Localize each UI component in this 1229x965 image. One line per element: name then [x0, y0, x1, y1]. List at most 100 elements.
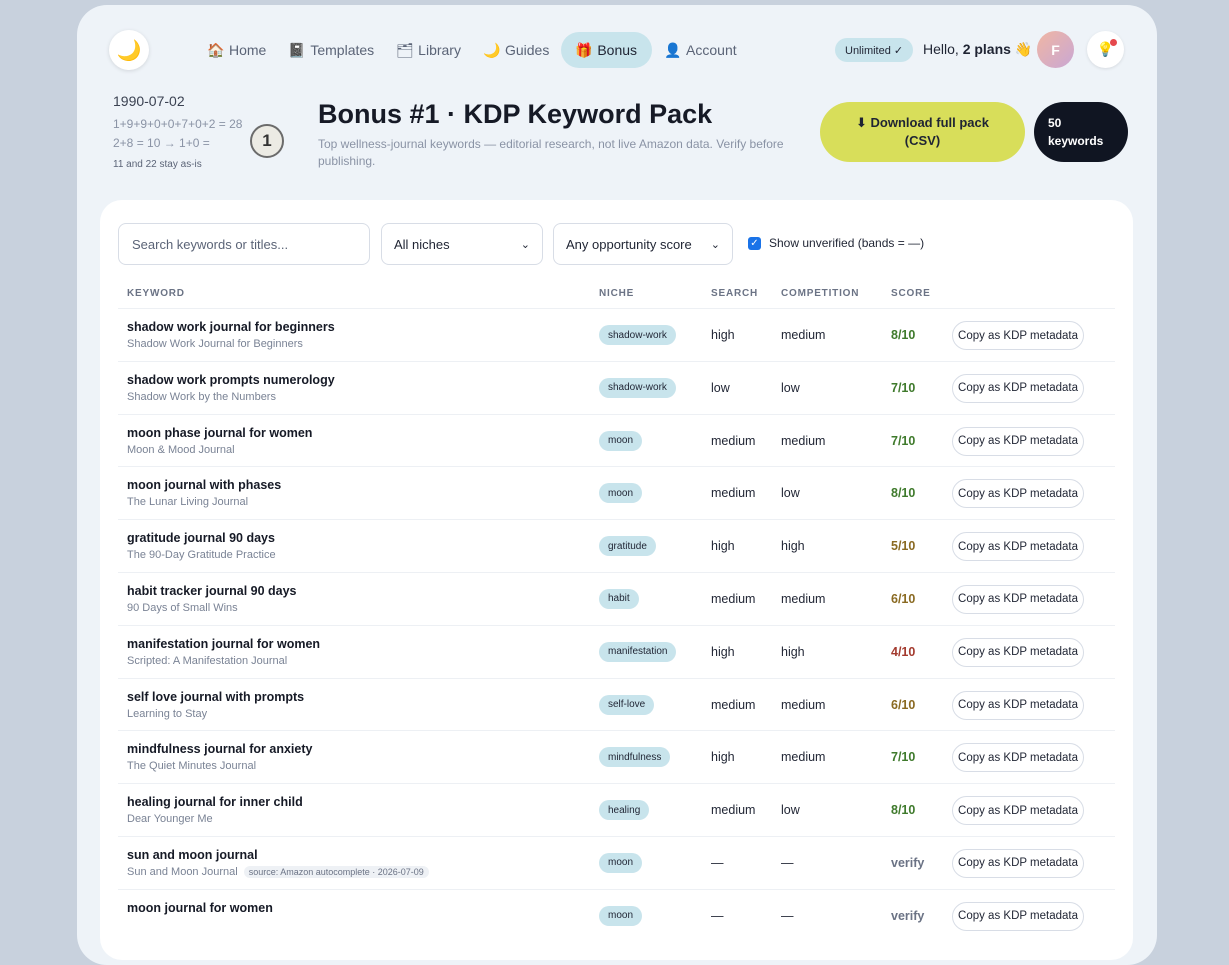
- nav-item-guides[interactable]: 🌙 Guides: [473, 32, 559, 68]
- nav-item-home[interactable]: 🏠 Home: [197, 32, 276, 68]
- table-row: moon journal for women moon — — verify Copy a…: [118, 888, 1115, 942]
- keyword: self love journal with prompts: [127, 689, 305, 704]
- score-select-value: Any opportunity score: [566, 236, 692, 252]
- table-row: mindfulness journal for anxiety The Quiet…: [118, 730, 1115, 783]
- moon-logo-icon[interactable]: 🌙: [109, 30, 149, 70]
- niche-tag: healing: [599, 800, 650, 821]
- book-title-text: The Lunar Living Journal: [127, 496, 249, 509]
- nav-item-bonus[interactable]: 🎁 Bonus: [561, 32, 653, 68]
- app-shell: 🌙 🏠 Home 📓 Templates 🗂 Library 🌙 Guides 🎁 Bonus 👤 A…: [77, 5, 1157, 965]
- header-niche: NICHE: [599, 288, 635, 299]
- search-volume: —: [711, 908, 724, 923]
- book-title: The 90-Day Gratitude Practice: [127, 549, 276, 561]
- main-nav: 🏠 Home 📓 Templates 🗂 Library 🌙 Guides 🎁 Bonus 👤 Acc…: [197, 32, 747, 68]
- keyword: mindfulness journal for anxiety: [127, 742, 313, 757]
- book-title-text: 90 Days of Small Wins: [127, 601, 238, 614]
- download-csv-button[interactable]: ⬇ Download full pack (CSV): [820, 102, 1025, 162]
- top-bar: 🌙 🏠 Home 📓 Templates 🗂 Library 🌙 Guides 🎁 Bonus 👤 A…: [77, 5, 1157, 95]
- calc-line-1: 1+9+9+0+0+7+0+2 = 28: [113, 117, 243, 131]
- table-row: moon phase journal for women Moon & Mood …: [118, 413, 1115, 467]
- nav-label: Bonus: [597, 42, 638, 58]
- account-icon: 👤: [664, 41, 682, 58]
- book-title: Sun and Moon Journal source: Amazon autoc…: [127, 865, 429, 878]
- opportunity-score: 4/10: [891, 644, 916, 659]
- copy-kdp-metadata-button[interactable]: Copy as KDP metadata: [952, 743, 1084, 773]
- checkbox-checked-icon[interactable]: ✓: [748, 236, 761, 250]
- copy-kdp-metadata-button[interactable]: Copy as KDP metadata: [952, 532, 1084, 562]
- search-volume: high: [711, 328, 735, 342]
- copy-kdp-metadata-button[interactable]: Copy as KDP metadata: [952, 321, 1084, 350]
- plan-badge: Unlimited ✓: [835, 38, 914, 62]
- competition: high: [781, 644, 805, 659]
- nav-label: Templates: [310, 42, 375, 58]
- page-title: Bonus #1 · KDP Keyword Pack: [318, 99, 713, 129]
- table-row: moon journal with phases The Lunar Living…: [118, 466, 1115, 519]
- book-title-text: Shadow Work by the Numbers: [127, 390, 276, 403]
- nav-label: Library: [418, 42, 461, 58]
- book-title-text: Moon & Mood Journal: [127, 443, 235, 456]
- niche-tag: moon: [599, 905, 643, 926]
- keyword-count-badge: 50 keywords: [1034, 102, 1128, 162]
- niche-select[interactable]: All niches ⌄: [381, 223, 543, 265]
- show-unverified-label: Show unverified (bands = —): [769, 236, 925, 250]
- book-title-text: Scripted: A Manifestation Journal: [127, 654, 288, 667]
- avatar[interactable]: F: [1037, 31, 1074, 68]
- keyword-count: 50: [1048, 116, 1062, 130]
- nav-label: Guides: [504, 42, 550, 58]
- wave-icon: 👋: [1014, 41, 1033, 57]
- copy-kdp-metadata-button[interactable]: Copy as KDP metadata: [952, 479, 1084, 509]
- competition: low: [781, 380, 800, 395]
- niche-tag: manifestation: [599, 641, 677, 662]
- tip-button[interactable]: 💡: [1087, 31, 1124, 68]
- nav-item-library[interactable]: 🗂 Library: [386, 32, 471, 68]
- guides-icon: 🌙: [482, 41, 501, 58]
- copy-kdp-metadata-button[interactable]: Copy as KDP metadata: [952, 796, 1084, 826]
- niche-tag: self-love: [599, 694, 655, 715]
- nav-item-templates[interactable]: 📓 Templates: [278, 32, 384, 68]
- book-title: Learning to Stay: [127, 708, 207, 720]
- opportunity-score: verify: [891, 855, 925, 870]
- download-label-line-2: (CSV): [904, 133, 941, 148]
- life-path-number: 1: [250, 124, 284, 158]
- keyword: moon journal for women: [127, 900, 273, 915]
- opportunity-score: 6/10: [891, 591, 916, 606]
- library-icon: 🗂: [396, 41, 414, 58]
- bonus-icon: 🎁: [575, 41, 593, 58]
- header-competition: COMPETITION: [781, 288, 860, 299]
- competition: low: [781, 486, 800, 501]
- copy-kdp-metadata-button[interactable]: Copy as KDP metadata: [952, 637, 1084, 667]
- score-select[interactable]: Any opportunity score ⌄: [553, 223, 733, 265]
- copy-kdp-metadata-button[interactable]: Copy as KDP metadata: [952, 690, 1084, 720]
- table-row: gratitude journal 90 days The 90-Day Grat…: [118, 519, 1115, 572]
- niche-tag: moon: [599, 483, 643, 504]
- calc-line-2: 2+8 = 10 → 1+0 =: [113, 136, 210, 150]
- table-row: sun and moon journal Sun and Moon Journal…: [118, 835, 1115, 889]
- search-volume: high: [711, 750, 735, 765]
- copy-kdp-metadata-button[interactable]: Copy as KDP metadata: [952, 584, 1084, 614]
- table-row: manifestation journal for women Scripted:…: [118, 624, 1115, 678]
- chevron-down-icon: ⌄: [710, 238, 720, 251]
- header-keyword: KEYWORD: [127, 288, 185, 299]
- niche-tag: gratitude: [599, 536, 656, 557]
- copy-kdp-metadata-button[interactable]: Copy as KDP metadata: [952, 901, 1084, 931]
- search-input[interactable]: [118, 223, 370, 265]
- templates-icon: 📓: [288, 41, 306, 58]
- book-title: Moon & Mood Journal: [127, 444, 235, 456]
- book-title: The Quiet Minutes Journal: [127, 760, 256, 772]
- notification-dot: [1110, 39, 1117, 46]
- greeting: Hello, 2 plans 👋: [923, 41, 1032, 58]
- download-label-line-1: ⬇ Download full pack: [856, 115, 989, 130]
- opportunity-score: 6/10: [891, 697, 916, 712]
- nav-item-account[interactable]: 👤 Account: [654, 32, 747, 68]
- competition: medium: [781, 433, 826, 448]
- copy-kdp-metadata-button[interactable]: Copy as KDP metadata: [952, 373, 1084, 403]
- book-title: Shadow Work by the Numbers: [127, 391, 276, 403]
- niche-select-value: All niches: [394, 236, 450, 252]
- copy-kdp-metadata-button[interactable]: Copy as KDP metadata: [952, 426, 1084, 456]
- copy-kdp-metadata-button[interactable]: Copy as KDP metadata: [952, 848, 1084, 878]
- keyword: manifestation journal for women: [127, 636, 321, 651]
- competition: medium: [781, 697, 826, 712]
- competition: —: [781, 855, 794, 870]
- niche-tag: mindfulness: [599, 747, 671, 768]
- show-unverified-toggle[interactable]: ✓ Show unverified (bands = —): [748, 236, 924, 250]
